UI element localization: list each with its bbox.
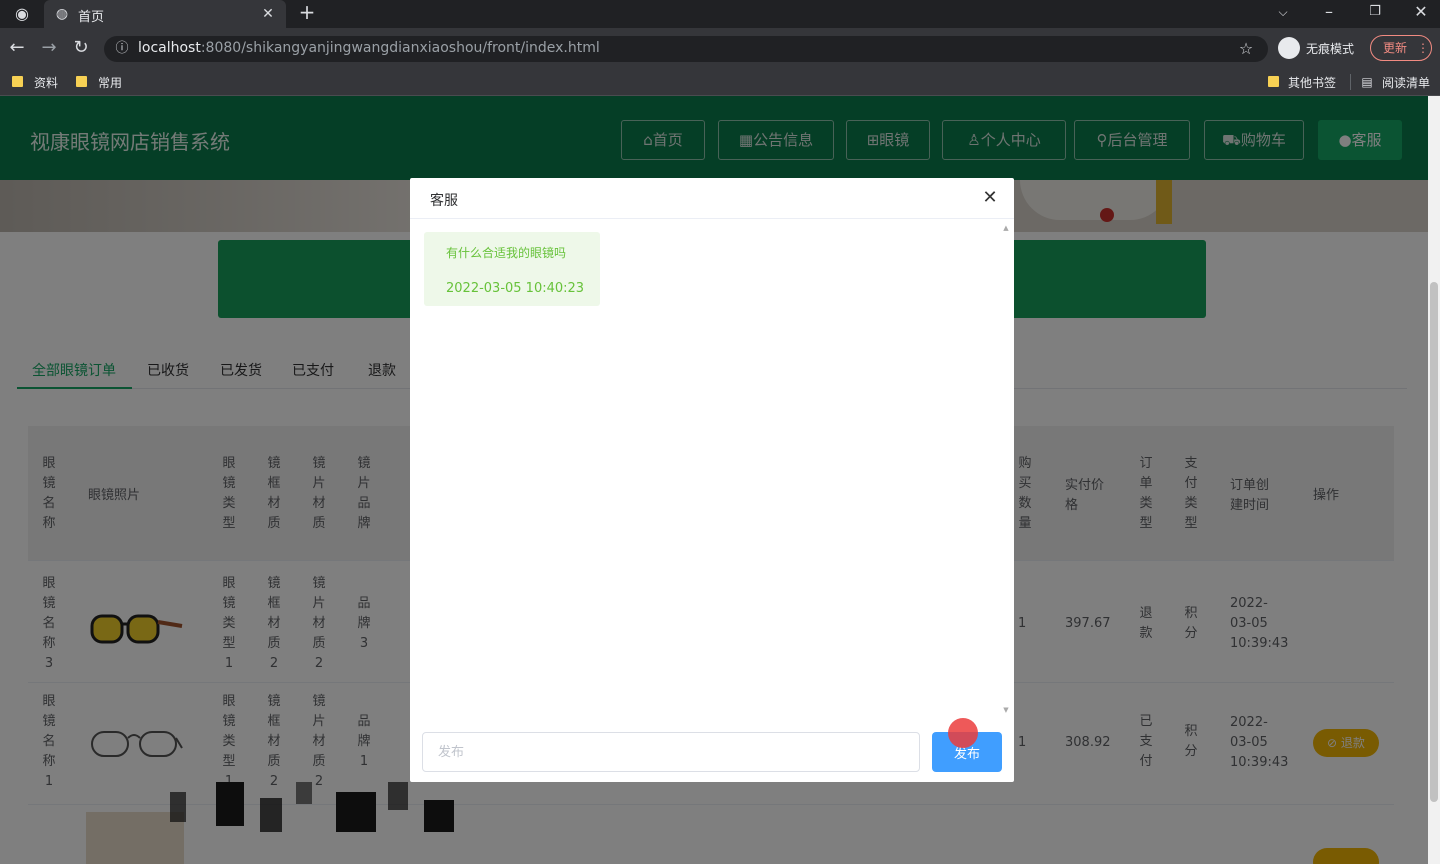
update-button[interactable]: 更新 ⋮ <box>1370 35 1432 61</box>
incognito-label: 无痕模式 <box>1306 42 1355 56</box>
tab-title: 首页 <box>78 10 105 25</box>
dialog-divider <box>410 218 1014 219</box>
dialog-title: 客服 <box>430 193 458 209</box>
bookmark-item[interactable]: 常用 <box>98 74 122 91</box>
url-text: localhost:8080/shikangyanjingwangdianxia… <box>138 40 600 56</box>
back-icon[interactable]: ← <box>8 39 26 58</box>
tab-close-icon[interactable]: ✕ <box>260 6 276 22</box>
page-viewport: 视康眼镜网店销售系统 ⌂首页 ▦公告信息 ⊞眼镜 ♙个人中心 ⚲后台管理 ⛟购物… <box>0 96 1428 864</box>
omnibox[interactable]: ⓘ localhost:8080/shikangyanjingwangdianx… <box>104 36 1268 62</box>
other-bookmarks[interactable]: 其他书签 <box>1288 74 1336 91</box>
reading-list-icon: ▤ <box>1361 75 1373 89</box>
close-icon[interactable]: ✕ <box>982 189 998 207</box>
chat-timestamp: 2022-03-05 10:40:23 <box>446 281 585 296</box>
customer-service-dialog: 客服 ✕ ▲ ▼ 有什么合适我的眼镜吗 2022-03-05 10:40:23 … <box>410 178 1014 782</box>
scroll-up-icon[interactable]: ▲ <box>1002 224 1010 232</box>
folder-icon <box>12 76 23 87</box>
message-input[interactable] <box>422 732 920 772</box>
divider <box>1350 74 1351 90</box>
folder-icon <box>76 76 87 87</box>
page-scroll-thumb[interactable] <box>1430 282 1438 802</box>
scroll-down-icon[interactable]: ▼ <box>1002 706 1010 714</box>
incognito-icon <box>1278 37 1300 59</box>
reload-icon[interactable]: ↻ <box>72 39 90 58</box>
forward-icon[interactable]: → <box>40 39 58 58</box>
reading-list[interactable]: 阅读清单 <box>1382 74 1430 91</box>
bookmark-item[interactable]: 资料 <box>34 74 58 91</box>
browser-logo-icon: ◉ <box>15 4 29 23</box>
restore-icon[interactable]: ❐ <box>1366 4 1384 22</box>
chat-message-text: 有什么合适我的眼镜吗 <box>446 246 567 260</box>
chat-bubble: 有什么合适我的眼镜吗 2022-03-05 10:40:23 <box>424 232 600 306</box>
globe-icon: ◍ <box>55 6 69 22</box>
bookmark-star-icon[interactable]: ☆ <box>1238 41 1254 57</box>
browser-tab[interactable]: ◍ 首页 ✕ <box>44 0 286 28</box>
folder-icon <box>1268 76 1279 87</box>
new-tab-icon[interactable]: + <box>298 2 316 22</box>
bookmarks-bar: 资料 常用 其他书签 ▤ 阅读清单 <box>0 68 1440 96</box>
browser-tab-strip: ◉ ◍ 首页 ✕ + ⌵ – ❐ ✕ <box>0 0 1440 28</box>
window-close-icon[interactable]: ✕ <box>1412 4 1430 22</box>
chat-scrollbar[interactable]: ▲ ▼ <box>1000 222 1012 718</box>
info-icon[interactable]: ⓘ <box>114 41 130 57</box>
click-indicator <box>948 718 978 748</box>
tab-search-icon[interactable]: ⌵ <box>1274 4 1292 22</box>
minimize-icon[interactable]: – <box>1320 4 1338 22</box>
